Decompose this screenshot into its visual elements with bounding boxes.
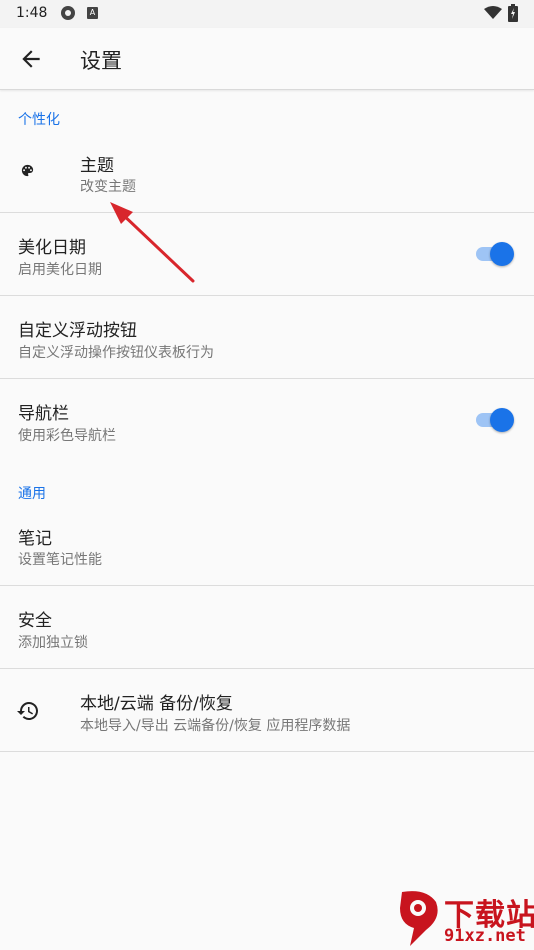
setting-beautify-date[interactable]: 美化日期 启用美化日期 <box>0 213 534 295</box>
app-bar: 设置 <box>0 28 534 90</box>
palette-icon <box>21 164 34 177</box>
setting-notes-subtitle: 设置笔记性能 <box>18 552 102 568</box>
wifi-icon <box>484 6 502 19</box>
battery-icon <box>508 4 518 22</box>
status-time: 1:48 <box>16 5 48 21</box>
setting-theme-title: 主题 <box>80 156 114 176</box>
section-header-personalize: 个性化 <box>18 112 60 128</box>
back-arrow-icon[interactable] <box>18 46 44 72</box>
watermark-logo-icon <box>400 891 438 946</box>
app-notification-icon <box>61 6 75 20</box>
setting-nav-bar-title: 导航栏 <box>18 404 69 424</box>
nav-bar-toggle[interactable] <box>474 408 514 432</box>
setting-notes-title: 笔记 <box>18 529 52 549</box>
setting-beautify-date-subtitle: 启用美化日期 <box>18 262 102 278</box>
setting-nav-bar-subtitle: 使用彩色导航栏 <box>18 428 116 444</box>
setting-backup-subtitle: 本地导入/导出 云端备份/恢复 应用程序数据 <box>80 718 351 734</box>
status-bar: 1:48 A <box>0 0 534 28</box>
setting-security-subtitle: 添加独立锁 <box>18 635 88 651</box>
watermark-text-en: 91xz.net <box>444 926 526 946</box>
watermark: 下载站 91xz.net <box>396 888 534 950</box>
setting-theme-subtitle: 改变主题 <box>80 179 136 195</box>
setting-nav-bar[interactable]: 导航栏 使用彩色导航栏 <box>0 379 534 461</box>
page-title: 设置 <box>80 49 122 73</box>
a-notification-icon: A <box>87 7 98 19</box>
setting-backup-restore[interactable]: 本地/云端 备份/恢复 本地导入/导出 云端备份/恢复 应用程序数据 <box>0 669 534 751</box>
setting-security-title: 安全 <box>18 611 52 631</box>
setting-custom-fab-title: 自定义浮动按钮 <box>18 321 137 341</box>
setting-notes[interactable]: 笔记 设置笔记性能 <box>0 504 534 585</box>
restore-history-icon <box>17 702 38 720</box>
section-header-general: 通用 <box>18 486 46 502</box>
setting-custom-fab[interactable]: 自定义浮动按钮 自定义浮动操作按钮仪表板行为 <box>0 296 534 378</box>
divider <box>0 751 534 752</box>
setting-backup-title: 本地/云端 备份/恢复 <box>80 694 233 714</box>
beautify-date-toggle[interactable] <box>474 242 514 266</box>
setting-security[interactable]: 安全 添加独立锁 <box>0 586 534 668</box>
toggle-thumb <box>490 242 514 266</box>
setting-beautify-date-title: 美化日期 <box>18 238 86 258</box>
setting-theme[interactable]: 主题 改变主题 <box>0 139 534 212</box>
setting-custom-fab-subtitle: 自定义浮动操作按钮仪表板行为 <box>18 345 214 361</box>
toggle-thumb <box>490 408 514 432</box>
